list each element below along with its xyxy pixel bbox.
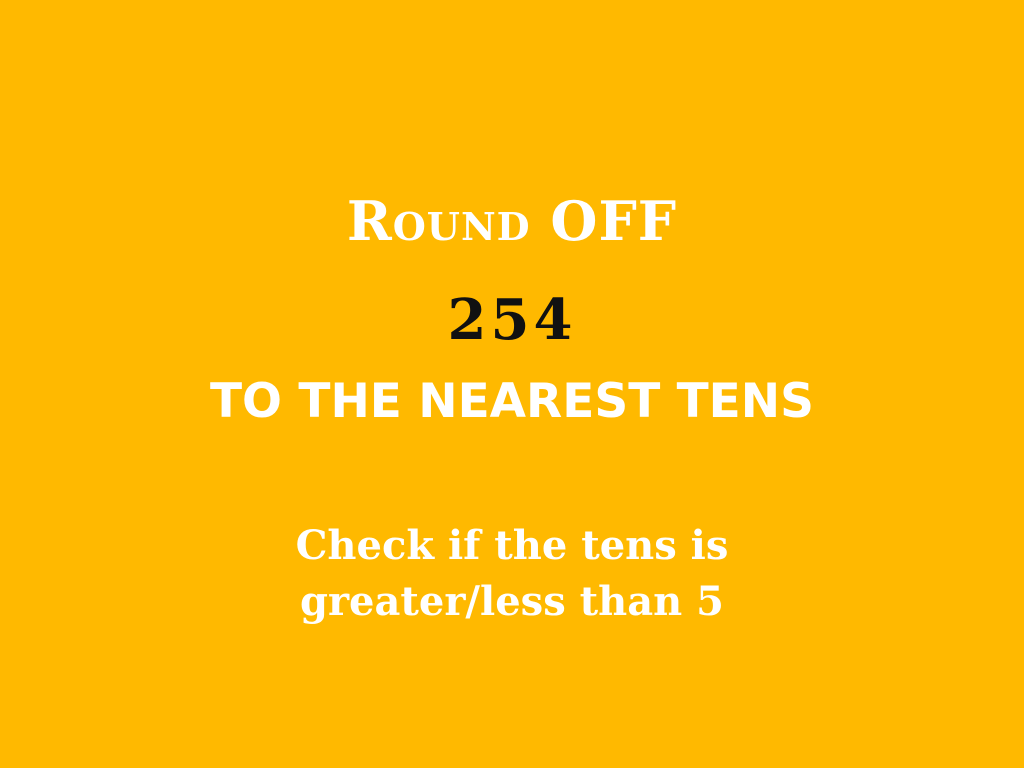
hint-line-2: greater/less than 5 bbox=[300, 578, 724, 625]
number-to-round: 254 bbox=[447, 287, 577, 353]
slide-subtitle: TO THE NEAREST TENS bbox=[210, 374, 814, 429]
hint-text: Check if the tens is greater/less than 5 bbox=[0, 518, 1024, 630]
slide: Round OFF 254 TO THE NEAREST TENS Check … bbox=[0, 0, 1024, 768]
slide-title: Round OFF bbox=[346, 189, 678, 253]
hint-line-1: Check if the tens is bbox=[295, 522, 729, 569]
